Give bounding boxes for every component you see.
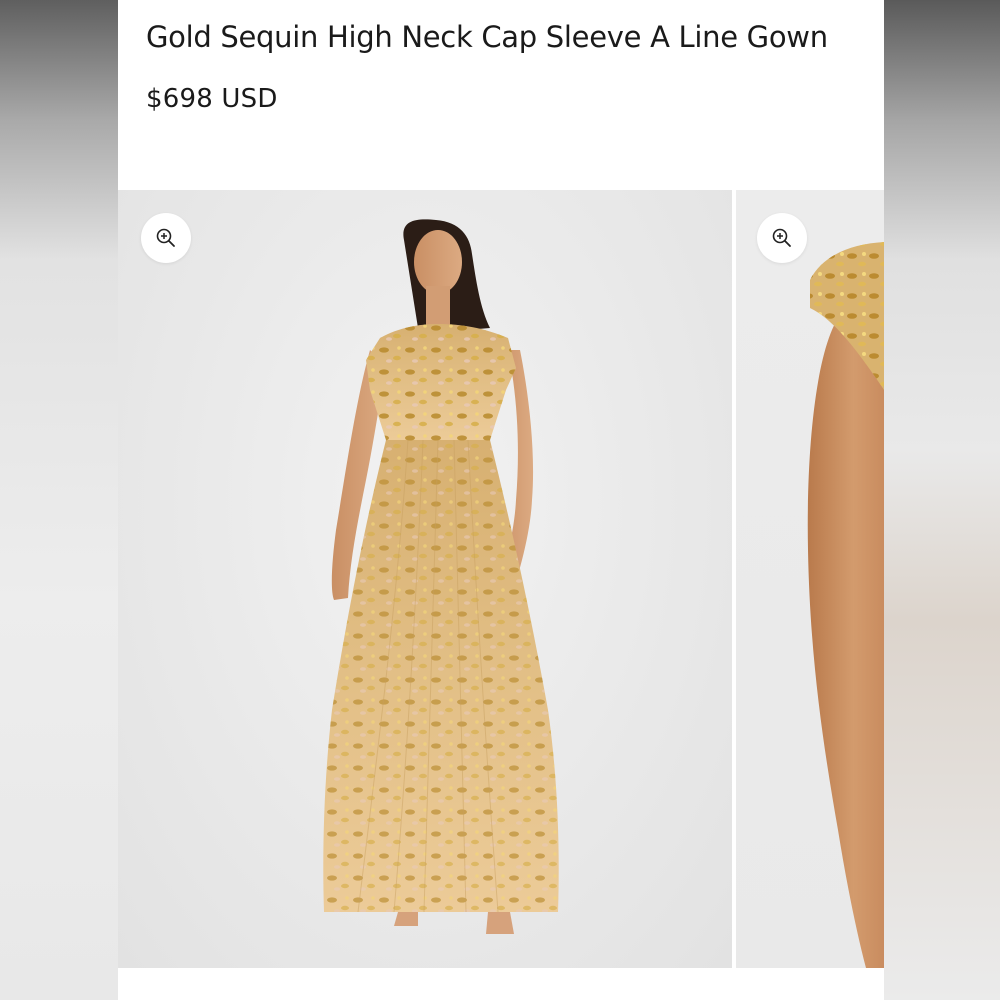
gown-model-image: [323, 219, 559, 934]
zoom-button[interactable]: [141, 213, 191, 263]
product-image-gallery[interactable]: [118, 190, 884, 968]
sleeve-closeup-image: [807, 242, 884, 968]
product-price: $698 USD: [146, 84, 278, 114]
product-header: Gold Sequin High Neck Cap Sleeve A Line …: [118, 0, 884, 190]
page-footer-strip: [118, 968, 884, 1000]
gallery-slide-main[interactable]: [118, 190, 732, 968]
product-page: Gold Sequin High Neck Cap Sleeve A Line …: [118, 0, 884, 1000]
right-backdrop: [884, 0, 1000, 1000]
zoom-button[interactable]: [757, 213, 807, 263]
zoom-in-icon: [772, 228, 791, 247]
zoom-in-icon: [156, 228, 175, 247]
gallery-slide-next[interactable]: [736, 190, 884, 968]
product-title: Gold Sequin High Neck Cap Sleeve A Line …: [146, 20, 828, 54]
left-backdrop: [0, 0, 118, 1000]
